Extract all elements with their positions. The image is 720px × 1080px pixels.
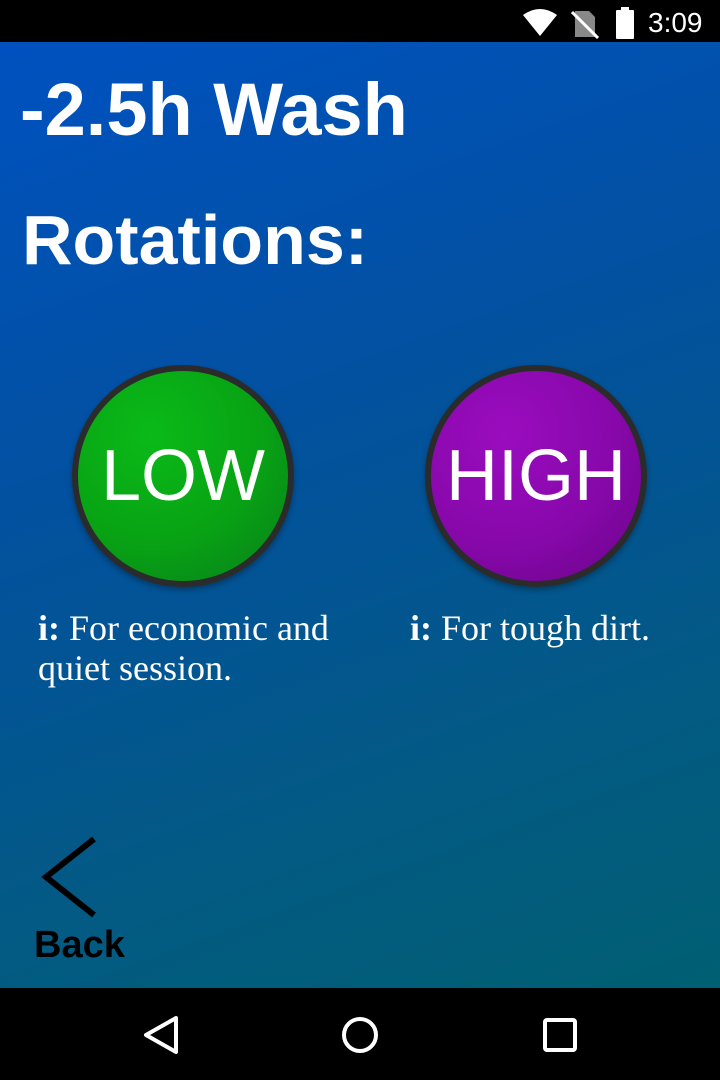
low-info-description: For economic and quiet session. (38, 608, 329, 688)
chevron-left-icon (41, 836, 96, 918)
info-icon: i: (38, 608, 60, 648)
status-clock: 3:09 (648, 7, 703, 38)
back-label: Back (34, 924, 125, 966)
no-sim-icon (571, 10, 599, 39)
rotations-heading: Rotations: (22, 201, 369, 279)
nav-back-icon[interactable] (136, 1010, 186, 1060)
wifi-icon (523, 9, 557, 36)
wash-options-screen: -2.5h Wash Rotations: LOW HIGH i: For ec… (0, 42, 720, 988)
high-info-text: i: For tough dirt. (410, 608, 710, 648)
battery-icon (616, 7, 634, 39)
info-icon: i: (410, 608, 432, 648)
high-info-description: For tough dirt. (441, 608, 651, 648)
nav-recents-icon[interactable] (535, 1010, 585, 1060)
low-rotation-button[interactable]: LOW (72, 365, 294, 587)
nav-home-icon[interactable] (335, 1010, 385, 1060)
page-title: -2.5h Wash (20, 68, 408, 151)
back-button[interactable]: Back (30, 832, 140, 972)
status-bar: 3:09 (0, 0, 720, 42)
system-nav-bar (0, 988, 720, 1080)
high-rotation-button[interactable]: HIGH (425, 365, 647, 587)
low-info-text: i: For economic and quiet session. (38, 608, 358, 688)
